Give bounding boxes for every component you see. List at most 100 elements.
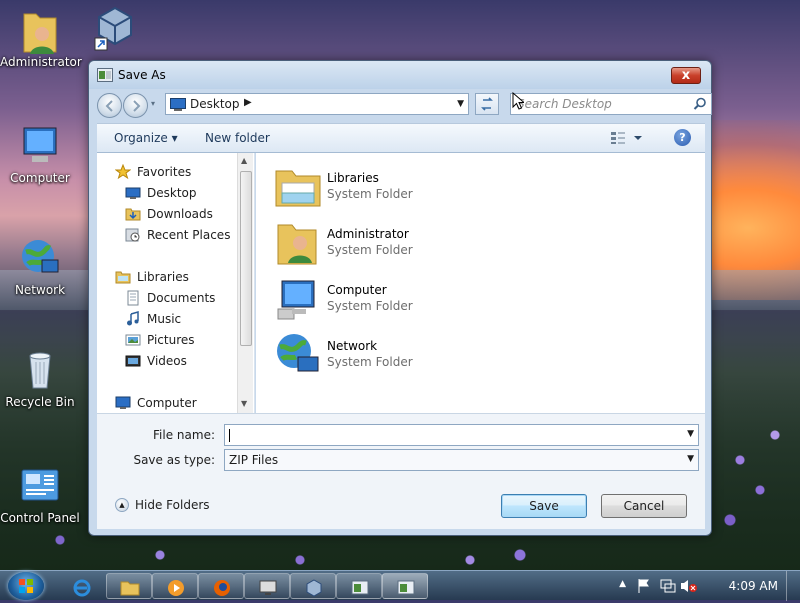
monitor-icon xyxy=(259,580,277,595)
documents-icon xyxy=(125,290,141,306)
close-button[interactable]: x xyxy=(671,67,701,84)
list-item[interactable]: Network System Folder xyxy=(274,331,514,381)
address-dropdown-icon[interactable]: ▼ xyxy=(457,99,464,109)
nav-music[interactable]: Music xyxy=(125,310,181,328)
libraries-icon xyxy=(115,269,131,285)
desktop-icon-computer[interactable]: Computer xyxy=(0,124,80,185)
search-icon[interactable] xyxy=(693,97,707,114)
hide-folders-toggle[interactable]: ▲ Hide Folders xyxy=(115,498,210,512)
start-button[interactable] xyxy=(8,572,44,600)
volume-muted-icon[interactable] xyxy=(680,578,698,594)
desktop-icon-administrator[interactable]: Administrator xyxy=(0,8,82,69)
desktop-icon-label: Control Panel xyxy=(0,511,80,525)
nav-documents[interactable]: Documents xyxy=(125,289,215,307)
scroll-thumb[interactable] xyxy=(240,171,252,346)
dialog-title: Save As xyxy=(118,68,166,82)
scroll-down-icon[interactable]: ▼ xyxy=(241,399,247,408)
nav-pictures[interactable]: Pictures xyxy=(125,331,195,349)
nav-downloads[interactable]: Downloads xyxy=(125,205,213,223)
file-name-label: File name: xyxy=(153,428,215,442)
desktop-icon-virtualbox[interactable] xyxy=(80,4,150,51)
file-name-input[interactable]: ▼ xyxy=(224,424,699,446)
item-type: System Folder xyxy=(327,243,413,257)
windows-logo-icon xyxy=(19,579,33,593)
taskbar-media-player[interactable] xyxy=(152,573,198,599)
nav-label: Music xyxy=(147,312,182,326)
list-item[interactable]: Libraries System Folder xyxy=(274,163,514,213)
file-name-dropdown-icon[interactable]: ▼ xyxy=(687,429,694,439)
nav-recent-places[interactable]: Recent Places xyxy=(125,226,230,244)
desktop-icon-recycle-bin[interactable]: Recycle Bin xyxy=(0,348,80,409)
clock[interactable]: 4:09 AM xyxy=(729,579,778,593)
search-placeholder: Search Desktop xyxy=(517,97,612,111)
taskbar-firefox[interactable] xyxy=(198,573,244,599)
nav-desktop[interactable]: Desktop xyxy=(125,184,197,202)
organize-button[interactable]: Organize ▾ xyxy=(114,131,178,145)
taskbar-app-window[interactable] xyxy=(336,573,382,599)
user-folder-icon xyxy=(18,8,62,54)
mouse-cursor-icon xyxy=(512,92,524,110)
music-note-icon xyxy=(125,311,141,327)
media-player-icon xyxy=(168,580,184,596)
show-hidden-icons-chevron-icon[interactable]: ▲ xyxy=(619,579,626,589)
list-item[interactable]: Administrator System Folder xyxy=(274,219,514,269)
show-desktop-button[interactable] xyxy=(786,571,800,601)
nav-label: Favorites xyxy=(137,165,192,179)
nav-videos[interactable]: Videos xyxy=(125,352,187,370)
desktop-icon-label: Computer xyxy=(10,171,70,185)
address-location[interactable]: Desktop xyxy=(190,97,240,111)
network-globe-icon xyxy=(274,331,322,379)
taskbar-save-as-window[interactable] xyxy=(382,573,428,599)
navigation-pane: Favorites Desktop Downloads Recent Place… xyxy=(97,153,255,413)
list-item[interactable]: Computer System Folder xyxy=(274,275,514,325)
view-options-icon xyxy=(611,132,642,144)
app-window-icon xyxy=(97,68,113,82)
recent-pages-chevron-icon[interactable]: ▾ xyxy=(151,99,155,108)
recycle-bin-icon xyxy=(18,348,62,392)
breadcrumb-arrow-icon[interactable]: ▶ xyxy=(244,97,252,108)
scroll-up-icon[interactable]: ▲ xyxy=(241,156,247,165)
item-type: System Folder xyxy=(327,299,413,313)
dialog-titlebar[interactable]: Save As x xyxy=(89,61,711,89)
change-view-button[interactable] xyxy=(610,131,644,148)
address-bar[interactable]: Desktop ▶ ▼ xyxy=(165,93,469,115)
network-globe-icon xyxy=(18,236,62,280)
nav-computer[interactable]: Computer xyxy=(115,394,197,412)
nav-scrollbar[interactable]: ▲ ▼ xyxy=(237,153,253,413)
cancel-button[interactable]: Cancel xyxy=(601,494,687,518)
network-status-icon[interactable] xyxy=(660,578,676,594)
nav-favorites[interactable]: Favorites xyxy=(114,163,192,181)
downloads-folder-icon xyxy=(125,206,141,222)
taskbar-virtualbox[interactable] xyxy=(290,573,336,599)
nav-libraries[interactable]: Libraries xyxy=(115,268,189,286)
save-type-select[interactable]: ZIP Files ▼ xyxy=(224,449,699,471)
search-box[interactable]: Search Desktop xyxy=(510,93,712,115)
save-options-panel: File name: ▼ Save as type: ZIP Files ▼ ▲… xyxy=(97,413,705,529)
libraries-folder-icon xyxy=(274,163,322,211)
recent-places-icon xyxy=(125,227,141,243)
text-caret xyxy=(229,429,230,442)
refresh-button[interactable] xyxy=(475,93,499,115)
refresh-icon xyxy=(481,97,493,111)
save-type-dropdown-icon[interactable]: ▼ xyxy=(687,454,694,464)
back-button[interactable] xyxy=(97,93,122,118)
app-window-icon xyxy=(351,580,369,595)
desktop-icon xyxy=(125,185,141,201)
nav-label: Libraries xyxy=(137,270,189,284)
taskbar-remote-desktop[interactable] xyxy=(244,573,290,599)
desktop-icon-control-panel[interactable]: Control Panel xyxy=(0,464,80,525)
folder-icon xyxy=(120,581,140,596)
new-folder-button[interactable]: New folder xyxy=(205,131,270,145)
taskbar-explorer[interactable] xyxy=(106,573,152,599)
collapse-chevron-icon: ▲ xyxy=(115,498,129,512)
action-center-flag-icon[interactable] xyxy=(636,578,652,594)
help-icon[interactable]: ? xyxy=(674,129,691,146)
hide-folders-label: Hide Folders xyxy=(135,498,210,512)
nav-label: Desktop xyxy=(147,186,197,200)
save-button[interactable]: Save xyxy=(501,494,587,518)
internet-explorer-icon xyxy=(73,579,91,597)
control-panel-icon xyxy=(18,464,62,508)
forward-button[interactable] xyxy=(123,93,148,118)
desktop-icon-network[interactable]: Network xyxy=(0,236,80,297)
taskbar-internet-explorer[interactable] xyxy=(58,573,104,599)
